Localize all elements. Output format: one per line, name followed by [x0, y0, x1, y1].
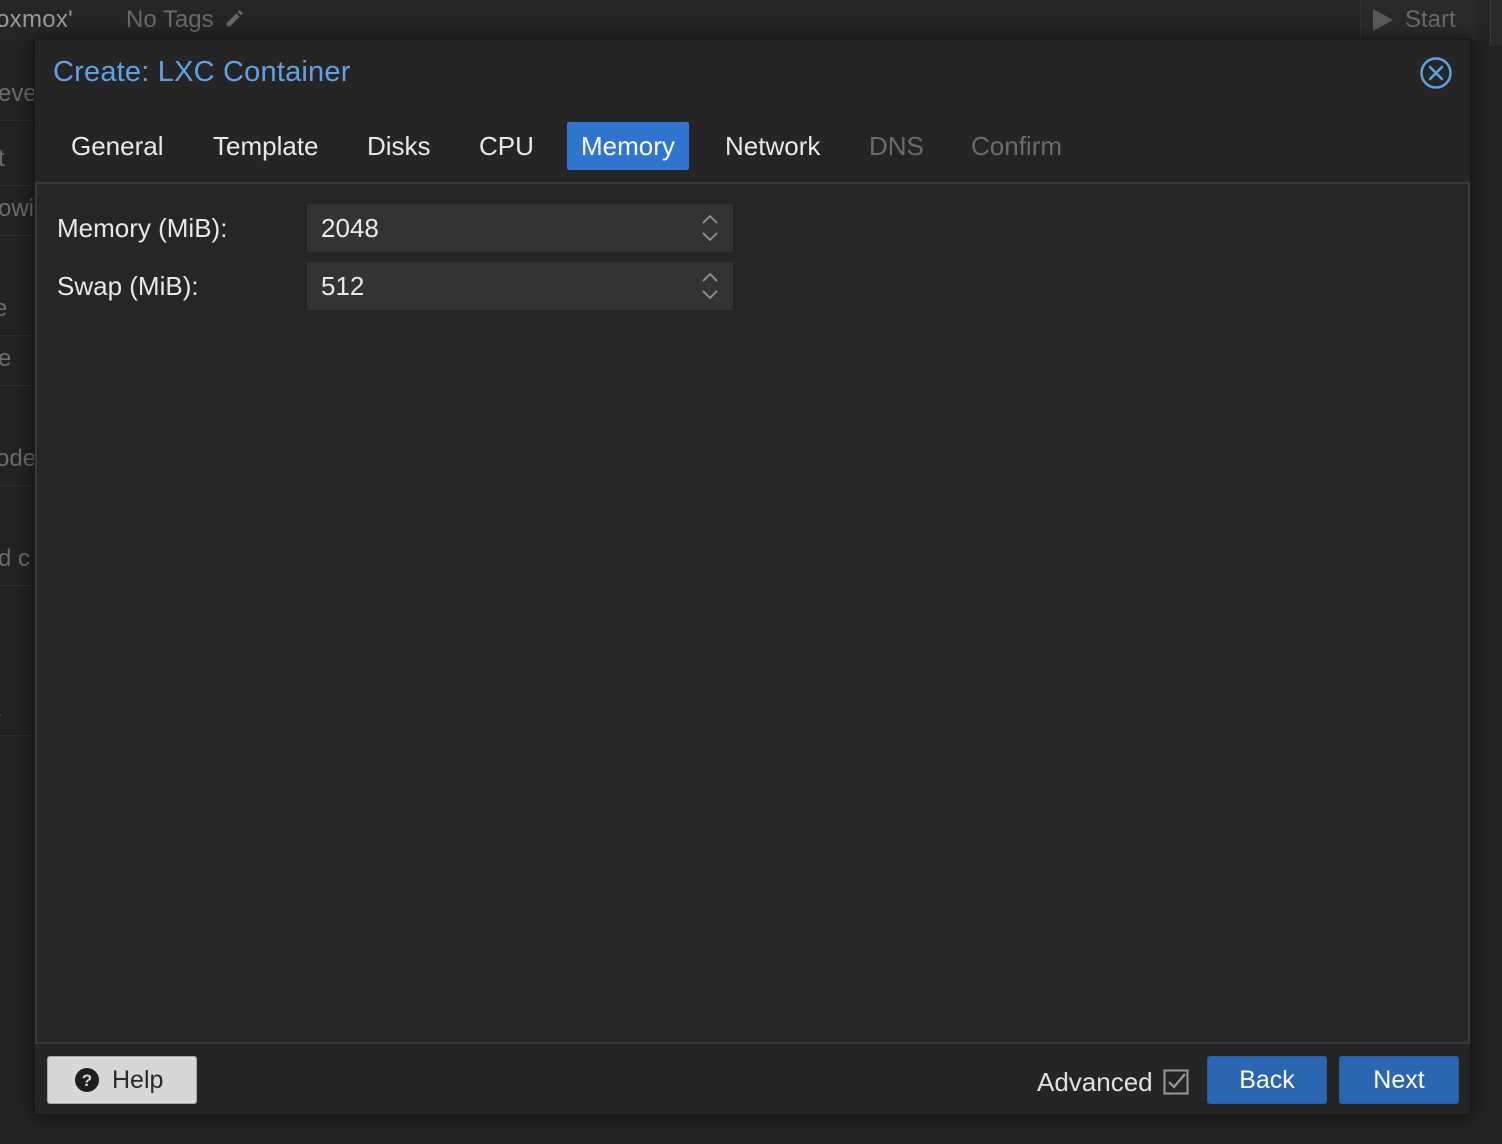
- background-left-row: ode: [0, 435, 34, 486]
- spinner-arrows-icon[interactable]: [699, 212, 721, 244]
- help-button[interactable]: ? Help: [47, 1056, 197, 1104]
- close-icon[interactable]: [1419, 56, 1453, 90]
- checkbox-checked-icon[interactable]: [1163, 1069, 1189, 1095]
- next-button[interactable]: Next: [1339, 1056, 1459, 1104]
- swap-spinner: [307, 262, 733, 310]
- memory-label: Memory (MiB):: [57, 213, 228, 243]
- background-toolbar: oxmox' No Tags Start: [0, 0, 1502, 46]
- background-start-button: Start: [1360, 0, 1476, 40]
- memory-spinner: [307, 204, 733, 252]
- tab-confirm: Confirm: [971, 131, 1063, 161]
- tab-network[interactable]: Network: [711, 122, 834, 170]
- tab-disks[interactable]: Disks: [353, 122, 445, 170]
- dialog-footer: ? Help Advanced Back Next: [35, 1044, 1470, 1116]
- background-left-row: d c: [0, 535, 34, 586]
- tab-dns: DNS: [869, 131, 924, 161]
- background-left-row: eve: [0, 70, 34, 121]
- question-circle-icon: ?: [75, 1068, 99, 1092]
- create-lxc-dialog: Create: LXC Container General Template D…: [34, 39, 1471, 1115]
- tab-general[interactable]: General: [57, 122, 178, 170]
- advanced-label: Advanced: [1037, 1066, 1153, 1097]
- background-node-title: oxmox': [0, 6, 74, 33]
- background-start-label: Start: [1405, 6, 1456, 33]
- background-left-row: e: [0, 285, 34, 336]
- background-scroll-edge: [1490, 0, 1502, 46]
- swap-input[interactable]: [307, 262, 687, 310]
- background-left-row: owi: [0, 185, 34, 236]
- swap-field-row: Swap (MiB):: [57, 262, 737, 310]
- svg-text:?: ?: [82, 1071, 92, 1090]
- background-left-row: t: [0, 685, 34, 736]
- swap-label: Swap (MiB):: [57, 271, 199, 301]
- background-tags-label: No Tags: [126, 6, 214, 33]
- pencil-icon: [227, 10, 244, 27]
- dialog-header: Create: LXC Container: [35, 40, 1470, 104]
- wizard-tabs: General Template Disks CPU Memory Networ…: [35, 122, 1470, 170]
- tab-memory[interactable]: Memory: [567, 122, 689, 170]
- dialog-title: Create: LXC Container: [53, 56, 351, 88]
- memory-input[interactable]: [307, 204, 687, 252]
- spinner-arrows-icon[interactable]: [699, 270, 721, 302]
- advanced-toggle[interactable]: Advanced: [1037, 1064, 1189, 1100]
- play-icon: [1373, 9, 1393, 31]
- background-left-row: e: [0, 335, 34, 386]
- background-left-row: t: [0, 135, 34, 186]
- help-label: Help: [112, 1065, 164, 1094]
- memory-field-row: Memory (MiB):: [57, 204, 737, 252]
- tab-template[interactable]: Template: [199, 122, 333, 170]
- memory-panel: Memory (MiB): Swap (MiB):: [35, 182, 1470, 1044]
- background-tags: No Tags: [126, 6, 246, 34]
- tab-cpu[interactable]: CPU: [465, 122, 548, 170]
- back-button[interactable]: Back: [1207, 1056, 1327, 1104]
